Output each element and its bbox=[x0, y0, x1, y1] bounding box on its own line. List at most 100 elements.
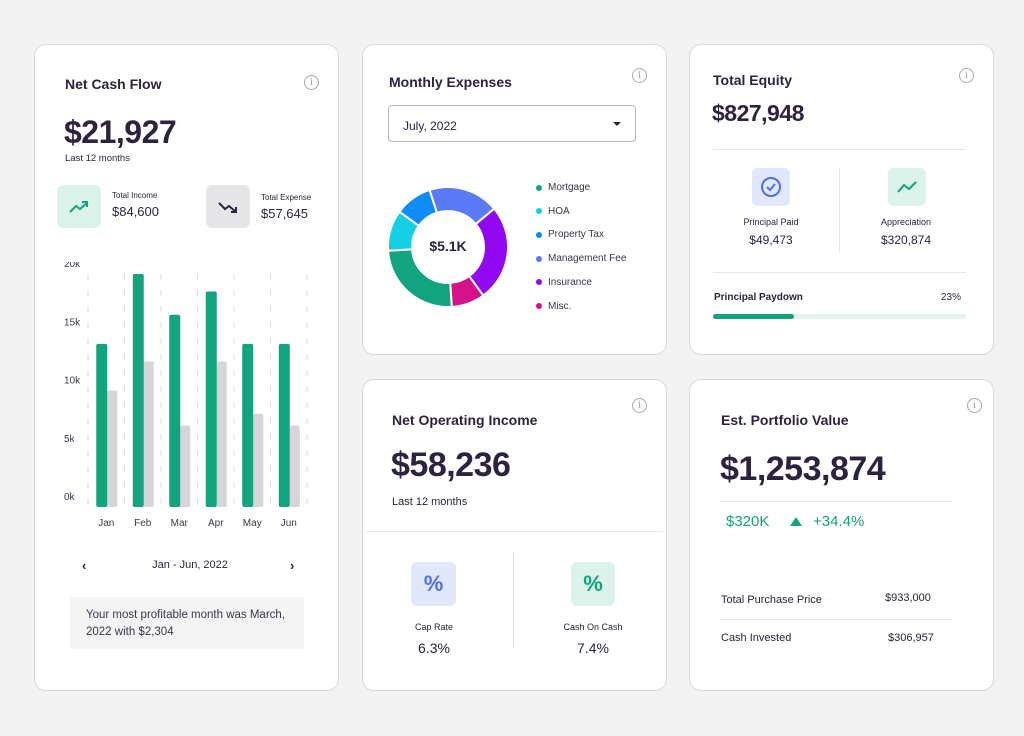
divider bbox=[513, 552, 514, 649]
net-cash-flow-period: Last 12 months bbox=[65, 153, 130, 164]
info-icon[interactable]: i bbox=[959, 68, 974, 83]
x-tick-label: May bbox=[243, 518, 262, 529]
legend-label: Management Fee bbox=[548, 253, 627, 265]
income-bar bbox=[242, 343, 254, 507]
divider bbox=[713, 272, 966, 273]
legend-label: HOA bbox=[548, 205, 570, 217]
info-icon[interactable]: i bbox=[632, 398, 647, 413]
cap-rate-icon-box: % bbox=[411, 562, 456, 606]
legend-dot-icon bbox=[536, 279, 542, 286]
principal-paid-value: $49,473 bbox=[749, 233, 793, 247]
legend-dot-icon bbox=[536, 255, 542, 262]
next-range-button[interactable]: › bbox=[290, 558, 294, 573]
total-equity-title: Total Equity bbox=[713, 72, 793, 88]
cash-invested-label: Cash Invested bbox=[721, 632, 792, 644]
y-tick-label: 20k bbox=[64, 262, 81, 270]
divider bbox=[839, 168, 840, 252]
legend-item: Misc. bbox=[536, 301, 571, 312]
legend-label: Property Tax bbox=[548, 229, 604, 241]
caret-down-icon bbox=[613, 122, 621, 126]
noi-value: $58,236 bbox=[391, 446, 511, 484]
legend-item: Management Fee bbox=[536, 253, 626, 264]
income-label: Total Income bbox=[112, 191, 158, 200]
expense-bar bbox=[216, 361, 227, 507]
info-icon[interactable]: i bbox=[304, 75, 319, 90]
expense-bar bbox=[180, 425, 191, 507]
check-circle-icon bbox=[761, 177, 781, 197]
legend-dot-icon bbox=[536, 184, 542, 191]
portfolio-title: Est. Portfolio Value bbox=[721, 412, 849, 428]
legend-dot-icon bbox=[536, 231, 542, 238]
trend-up-icon bbox=[69, 200, 88, 213]
cash-on-cash-icon-box: % bbox=[571, 562, 615, 606]
divider bbox=[720, 501, 953, 502]
x-tick-label: Feb bbox=[134, 518, 152, 529]
x-tick-label: Jan bbox=[98, 518, 114, 529]
triangle-up-icon bbox=[790, 517, 802, 526]
info-icon[interactable]: i bbox=[632, 68, 647, 83]
cap-rate-label: Cap Rate bbox=[414, 622, 454, 632]
month-select-value: July, 2022 bbox=[403, 119, 457, 133]
legend-item: HOA bbox=[536, 206, 570, 217]
monthly-expenses-title: Monthly Expenses bbox=[389, 74, 512, 90]
x-tick-label: Apr bbox=[208, 518, 224, 529]
legend-label: Insurance bbox=[548, 276, 592, 288]
income-bar bbox=[278, 343, 290, 507]
divider bbox=[366, 531, 663, 532]
expense-icon-box bbox=[206, 185, 250, 228]
principal-icon-box bbox=[752, 168, 790, 206]
percent-icon: % bbox=[583, 571, 603, 596]
paydown-percent: 23% bbox=[941, 292, 962, 303]
percent-icon: % bbox=[423, 571, 444, 596]
cash-on-cash-label: Cash On Cash bbox=[563, 622, 623, 632]
net-cash-flow-chart: 0k 5k 10k 15k 20k Jan Feb Mar Apr May Jun bbox=[64, 262, 308, 529]
y-tick-label: 5k bbox=[64, 434, 76, 445]
paydown-progress-fill bbox=[713, 314, 795, 319]
legend-item: Mortgage bbox=[536, 182, 590, 193]
principal-paid-label: Principal Paid bbox=[743, 217, 799, 227]
divider bbox=[713, 149, 966, 150]
info-icon[interactable]: i bbox=[967, 398, 982, 413]
expense-bar bbox=[253, 413, 264, 507]
income-value: $84,600 bbox=[112, 204, 159, 219]
prev-range-button[interactable]: ‹ bbox=[82, 558, 86, 573]
appreciation-icon-box bbox=[888, 168, 926, 206]
legend-item: Property Tax bbox=[536, 229, 604, 240]
income-bar bbox=[169, 314, 181, 507]
net-cash-flow-title: Net Cash Flow bbox=[65, 76, 162, 92]
y-tick-label: 0k bbox=[64, 492, 76, 503]
total-equity-value: $827,948 bbox=[712, 100, 804, 126]
trend-up-icon bbox=[897, 181, 917, 193]
insight-message: Your most profitable month was March, 20… bbox=[70, 597, 304, 649]
expense-bar bbox=[289, 425, 300, 507]
appreciation-label: Appreciation bbox=[880, 217, 932, 227]
noi-title: Net Operating Income bbox=[392, 412, 538, 428]
change-amount: $320K bbox=[726, 513, 770, 530]
legend-dot-icon bbox=[536, 208, 542, 215]
paydown-progress-bar bbox=[713, 314, 966, 319]
legend-dot-icon bbox=[536, 303, 542, 309]
expense-bar bbox=[107, 390, 118, 507]
cash-invested-value: $306,957 bbox=[888, 632, 934, 644]
appreciation-value: $320,874 bbox=[880, 233, 932, 247]
income-bar bbox=[96, 343, 108, 507]
y-tick-label: 15k bbox=[64, 317, 81, 328]
income-bar bbox=[205, 291, 217, 507]
x-tick-label: Mar bbox=[171, 518, 189, 529]
legend-label: Misc. bbox=[548, 300, 572, 312]
income-bar bbox=[132, 274, 144, 507]
purchase-price-value: $933,000 bbox=[885, 592, 931, 604]
legend-item: Insurance bbox=[536, 277, 592, 288]
trend-down-icon bbox=[218, 201, 237, 213]
net-cash-flow-value: $21,927 bbox=[64, 114, 177, 150]
income-icon-box bbox=[57, 185, 101, 228]
donut-slice bbox=[387, 248, 453, 308]
legend-label: Mortgage bbox=[548, 182, 591, 193]
expense-label: Total Expense bbox=[261, 193, 312, 202]
cap-rate-value: 6.3% bbox=[418, 640, 450, 656]
x-tick-label: Jun bbox=[281, 518, 297, 529]
portfolio-value: $1,253,874 bbox=[720, 450, 886, 488]
month-select[interactable]: July, 2022 bbox=[388, 105, 636, 142]
range-label: Jan - Jun, 2022 bbox=[152, 559, 228, 571]
expense-bar bbox=[143, 361, 154, 507]
